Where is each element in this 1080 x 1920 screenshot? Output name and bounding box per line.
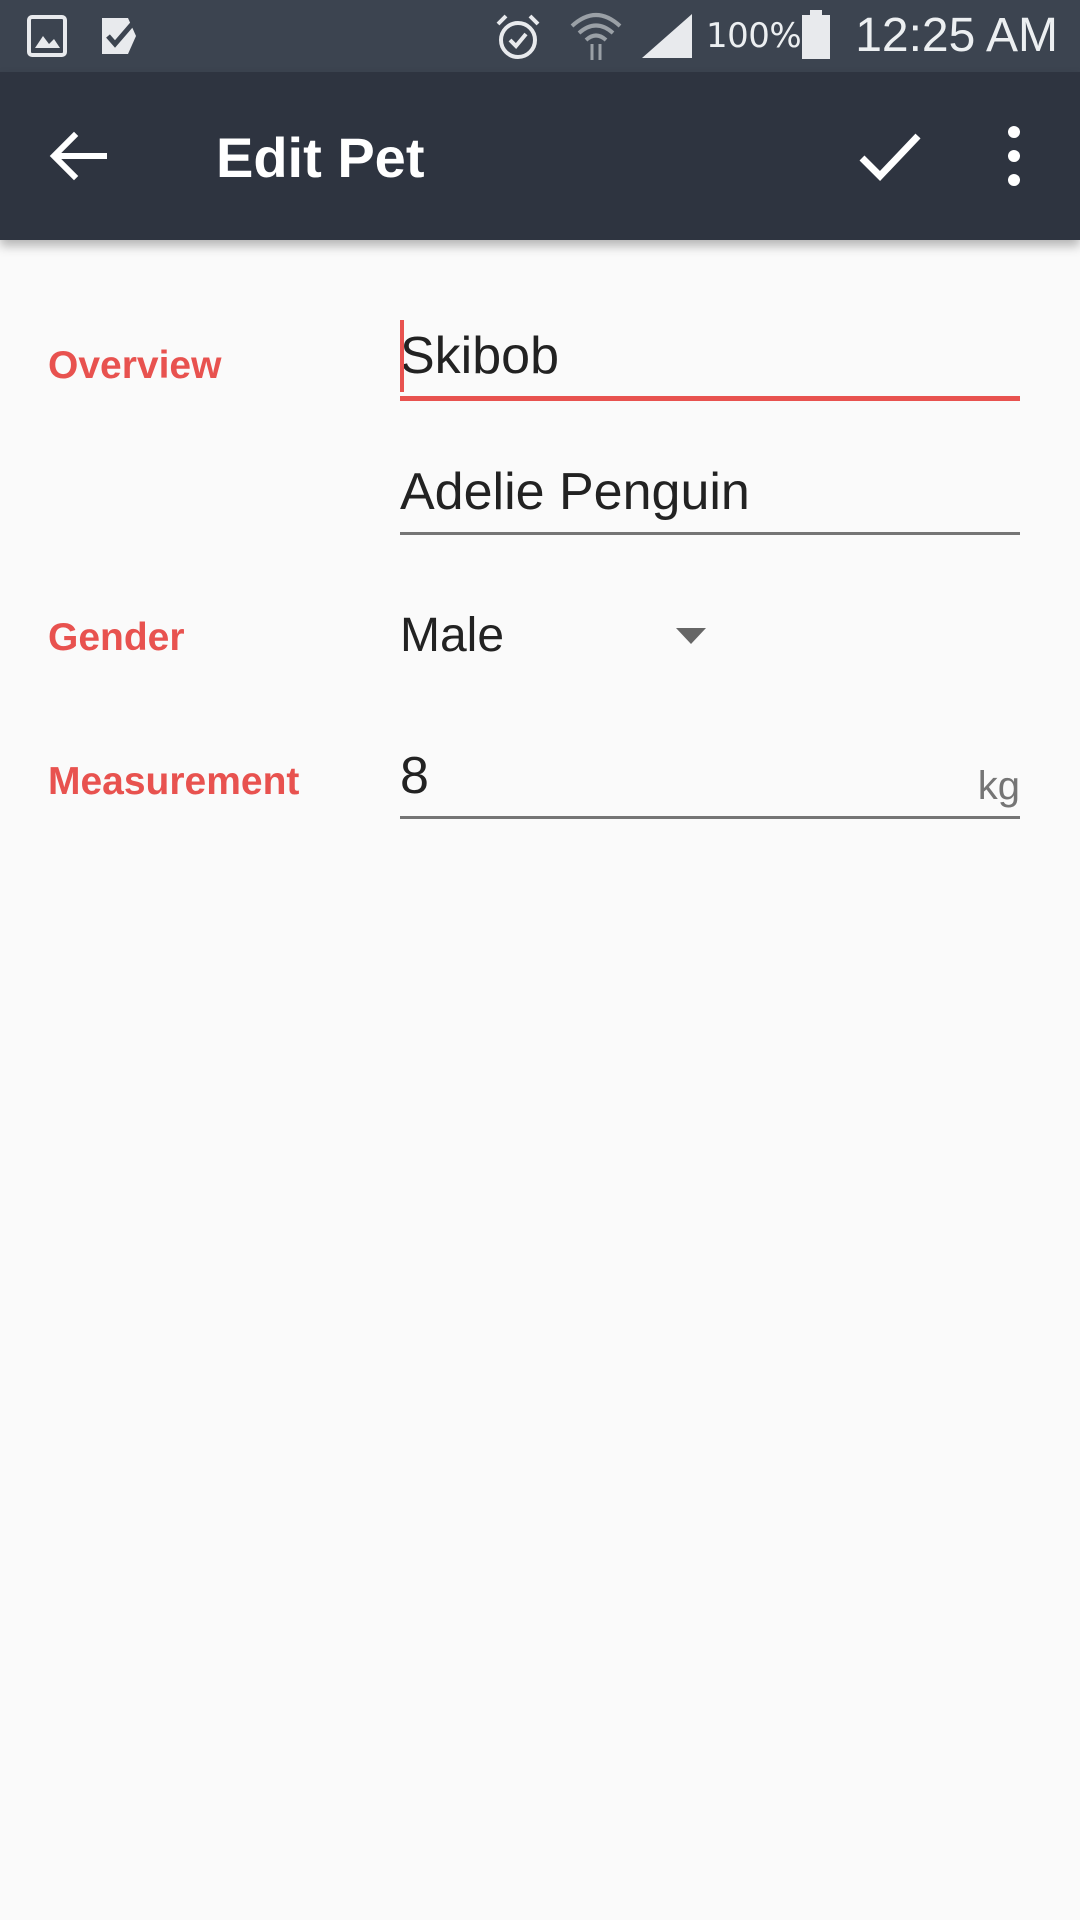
measurement-label: Measurement — [48, 760, 300, 803]
measurement-field[interactable]: kg — [400, 740, 1020, 822]
gender-value: Male — [400, 609, 505, 662]
species-underline — [400, 532, 1020, 535]
gender-label: Gender — [48, 616, 185, 659]
task-check-icon — [102, 18, 136, 54]
species-input[interactable] — [400, 456, 1020, 528]
arrow-back-icon[interactable] — [46, 124, 110, 188]
battery-percent: 100% — [706, 16, 802, 56]
measurement-input[interactable] — [400, 740, 880, 812]
name-field[interactable] — [400, 320, 1020, 404]
signal-icon — [642, 14, 692, 58]
more-vert-icon[interactable] — [988, 122, 1040, 190]
page-title: Edit Pet — [216, 126, 425, 189]
clock: 12:25 AM — [855, 9, 1058, 62]
measurement-underline — [400, 816, 1020, 819]
name-input[interactable] — [400, 320, 1020, 392]
text-cursor — [400, 320, 404, 392]
gender-dropdown[interactable]: Male — [400, 596, 710, 676]
wifi-icon — [570, 13, 622, 60]
check-icon[interactable] — [856, 122, 924, 190]
species-field[interactable] — [400, 456, 1020, 536]
app-bar: Edit Pet — [0, 72, 1080, 240]
gallery-icon — [27, 15, 67, 57]
battery-icon — [802, 10, 830, 59]
status-bar: 100% 12:25 AM — [0, 0, 1080, 72]
measurement-unit: kg — [977, 764, 1020, 808]
overview-label: Overview — [48, 344, 222, 387]
name-underline — [400, 396, 1020, 401]
alarm-icon — [496, 14, 540, 59]
dropdown-arrow-icon — [676, 628, 706, 644]
